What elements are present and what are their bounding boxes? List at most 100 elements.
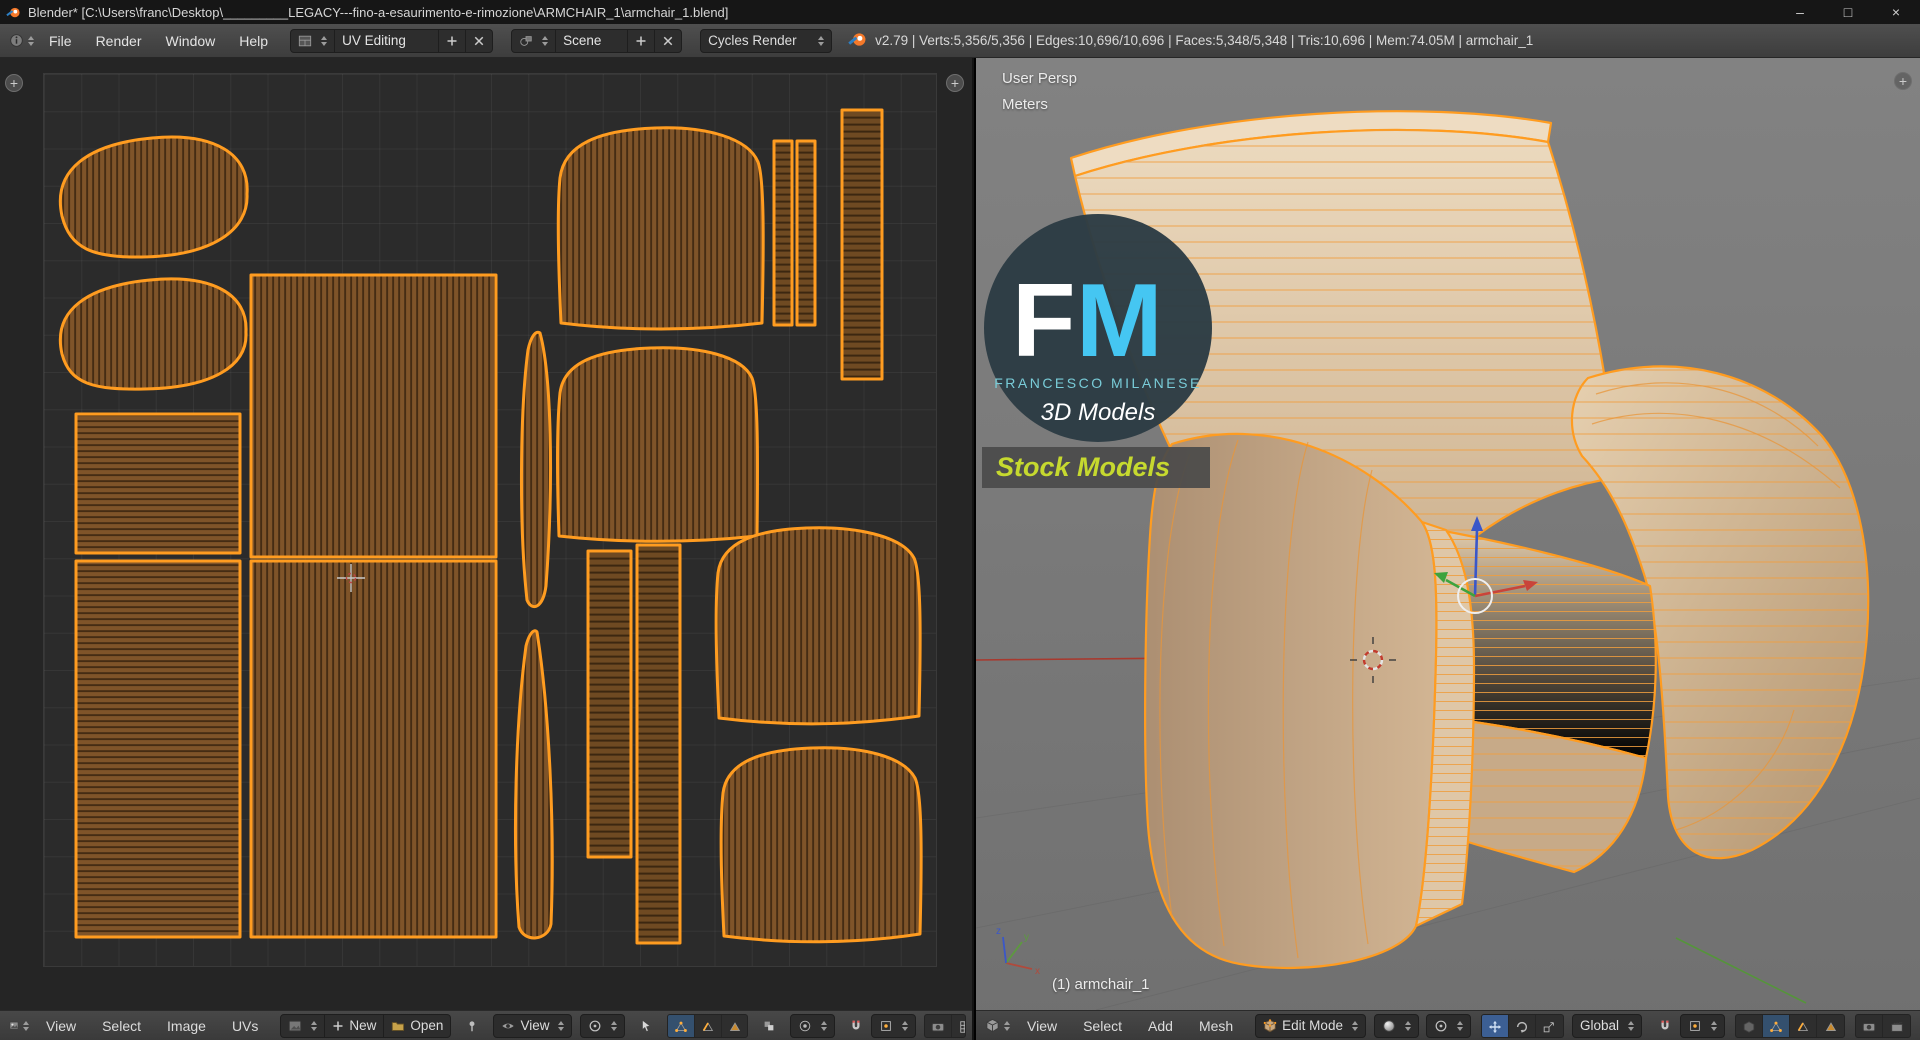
- image-pin-button[interactable]: [459, 1014, 485, 1038]
- blender-logo-icon: [848, 30, 867, 52]
- image-browse-button[interactable]: [280, 1013, 326, 1038]
- region-expand-right-button[interactable]: +: [1894, 72, 1912, 90]
- folder-icon: [392, 1021, 405, 1031]
- stepper-arrows: [558, 1020, 565, 1031]
- snap-element-dropdown[interactable]: [1680, 1013, 1725, 1038]
- shading-sphere-icon: [1383, 1019, 1395, 1032]
- viewport-shading-dropdown[interactable]: [1373, 1013, 1419, 1038]
- image-new-button[interactable]: New: [325, 1013, 385, 1038]
- uv-pivot-dropdown[interactable]: [580, 1013, 626, 1038]
- uv-menu-image[interactable]: Image: [155, 1011, 218, 1040]
- mini-axis-gizmo: x y z: [996, 926, 1040, 977]
- scene-browse-button[interactable]: [511, 28, 557, 53]
- editor-type-3dview-button[interactable]: [982, 1014, 1013, 1038]
- viewport-unit-label: Meters: [1002, 96, 1048, 113]
- editor-type-image-button[interactable]: [6, 1014, 32, 1038]
- face-select-button[interactable]: [1817, 1015, 1844, 1037]
- opengl-animation-button[interactable]: [1883, 1015, 1910, 1037]
- scene-block: Scene: [511, 28, 683, 53]
- window-title: Blender* [C:\Users\franc\Desktop\_______…: [28, 4, 729, 20]
- grid-icon: [960, 1020, 966, 1033]
- vertex-select-button[interactable]: [1763, 1014, 1790, 1037]
- uv-render-slot-button[interactable]: [925, 1014, 953, 1037]
- uv-snap-toggle[interactable]: [843, 1014, 869, 1038]
- orientation-dropdown[interactable]: Global: [1571, 1013, 1642, 1038]
- stepper-arrows: [611, 1020, 618, 1031]
- menu-file[interactable]: File: [37, 24, 84, 57]
- blender-logo-icon: [6, 5, 21, 20]
- scene-name[interactable]: Scene: [556, 28, 629, 53]
- plus-icon: [636, 36, 646, 45]
- image-datablock: New Open: [280, 1013, 452, 1038]
- uv-proportional-edit-dropdown[interactable]: [790, 1013, 836, 1038]
- maximize-button[interactable]: □: [1824, 0, 1872, 24]
- watermark-tagline: 3D Models: [1041, 399, 1156, 426]
- image-open-button[interactable]: Open: [384, 1013, 452, 1038]
- view3d-editor-icon: [986, 1018, 999, 1033]
- watermark-f: F: [1012, 263, 1076, 379]
- pivot-point-dropdown[interactable]: [1425, 1013, 1471, 1038]
- region-expand-left-button[interactable]: +: [5, 74, 23, 92]
- screen-layout-add-button[interactable]: [439, 28, 467, 53]
- uv-menu-select[interactable]: Select: [90, 1011, 153, 1040]
- snap-toggle[interactable]: [1652, 1014, 1678, 1038]
- viewport-scene-layer: F M FRANCESCO MILANESE 3D Models Stock M…: [976, 110, 1920, 1010]
- armchair-mesh: [1069, 110, 1870, 970]
- manipulator-rotate-button[interactable]: [1509, 1014, 1536, 1037]
- v3d-menu-add[interactable]: Add: [1136, 1011, 1185, 1040]
- uv-snap-target-dropdown[interactable]: [871, 1013, 917, 1038]
- opengl-render-button[interactable]: [1856, 1014, 1883, 1037]
- manipulator-group: [1480, 1013, 1564, 1038]
- screen-layout-browse-button[interactable]: [290, 28, 336, 53]
- v3d-menu-view[interactable]: View: [1015, 1011, 1069, 1040]
- uv-face-select-button[interactable]: [722, 1015, 747, 1037]
- occlude-icon: [1743, 1020, 1755, 1033]
- window-titlebar: Blender* [C:\Users\franc\Desktop\_______…: [0, 0, 1920, 24]
- mode-dropdown[interactable]: Edit Mode: [1255, 1013, 1366, 1038]
- stepper-arrows: [1456, 1020, 1463, 1031]
- uv-menu-view[interactable]: View: [34, 1011, 88, 1040]
- edge-select-icon: [703, 1021, 714, 1031]
- manipulator-translate-button[interactable]: [1481, 1014, 1509, 1037]
- edge-select-button[interactable]: [1790, 1014, 1817, 1037]
- viewport-3d-canvas[interactable]: F M FRANCESCO MILANESE 3D Models Stock M…: [976, 58, 1920, 1010]
- scene-delete-button[interactable]: [655, 28, 683, 53]
- edit-mode-cube-icon: [1263, 1018, 1277, 1032]
- uv-grid-display-button[interactable]: [952, 1015, 966, 1037]
- screen-layout-name[interactable]: UV Editing: [335, 28, 440, 53]
- uv-editor-pane: + + View Select Image UVs New Open View: [0, 58, 974, 1040]
- manipulator-scale-button[interactable]: [1536, 1015, 1563, 1037]
- image-editor-icon: [9, 1021, 19, 1030]
- v3d-menu-select[interactable]: Select: [1071, 1011, 1134, 1040]
- uv-edge-select-button[interactable]: [695, 1014, 723, 1037]
- uv-menu-uvs[interactable]: UVs: [220, 1011, 270, 1040]
- stock-models-label: Stock Models: [996, 452, 1170, 482]
- screen-layout-delete-button[interactable]: [466, 28, 494, 53]
- menu-render[interactable]: Render: [84, 24, 154, 57]
- plus-icon: [333, 1021, 343, 1030]
- rotate-icon: [1516, 1021, 1528, 1033]
- minimize-button[interactable]: –: [1776, 0, 1824, 24]
- editor-type-info-button[interactable]: [6, 29, 37, 53]
- stepper-arrows: [1004, 1020, 1010, 1031]
- uv-sync-select-toggle[interactable]: [633, 1014, 659, 1038]
- pivot-icon: [590, 1020, 601, 1031]
- stepper-arrows: [818, 35, 825, 46]
- close-button[interactable]: ×: [1872, 0, 1920, 24]
- limit-to-visible-button[interactable]: [1736, 1014, 1763, 1037]
- uv-display-group: [924, 1013, 966, 1038]
- uv-editor-canvas[interactable]: + +: [0, 58, 972, 1010]
- menu-window[interactable]: Window: [153, 24, 227, 57]
- menu-help[interactable]: Help: [227, 24, 280, 57]
- scene-add-button[interactable]: [628, 28, 656, 53]
- info-icon: [10, 34, 23, 47]
- x-icon: [474, 36, 484, 45]
- uv-mode-dropdown[interactable]: View: [493, 1013, 573, 1038]
- uv-vertex-select-button[interactable]: [668, 1014, 696, 1037]
- orientation-value: Global: [1579, 1018, 1619, 1033]
- v3d-menu-mesh[interactable]: Mesh: [1187, 1011, 1245, 1040]
- render-engine-dropdown[interactable]: Cycles Render: [700, 28, 833, 53]
- magnet-icon: [1661, 1020, 1669, 1029]
- uv-sticky-select-button[interactable]: [756, 1014, 782, 1038]
- region-expand-right-button[interactable]: +: [946, 74, 964, 92]
